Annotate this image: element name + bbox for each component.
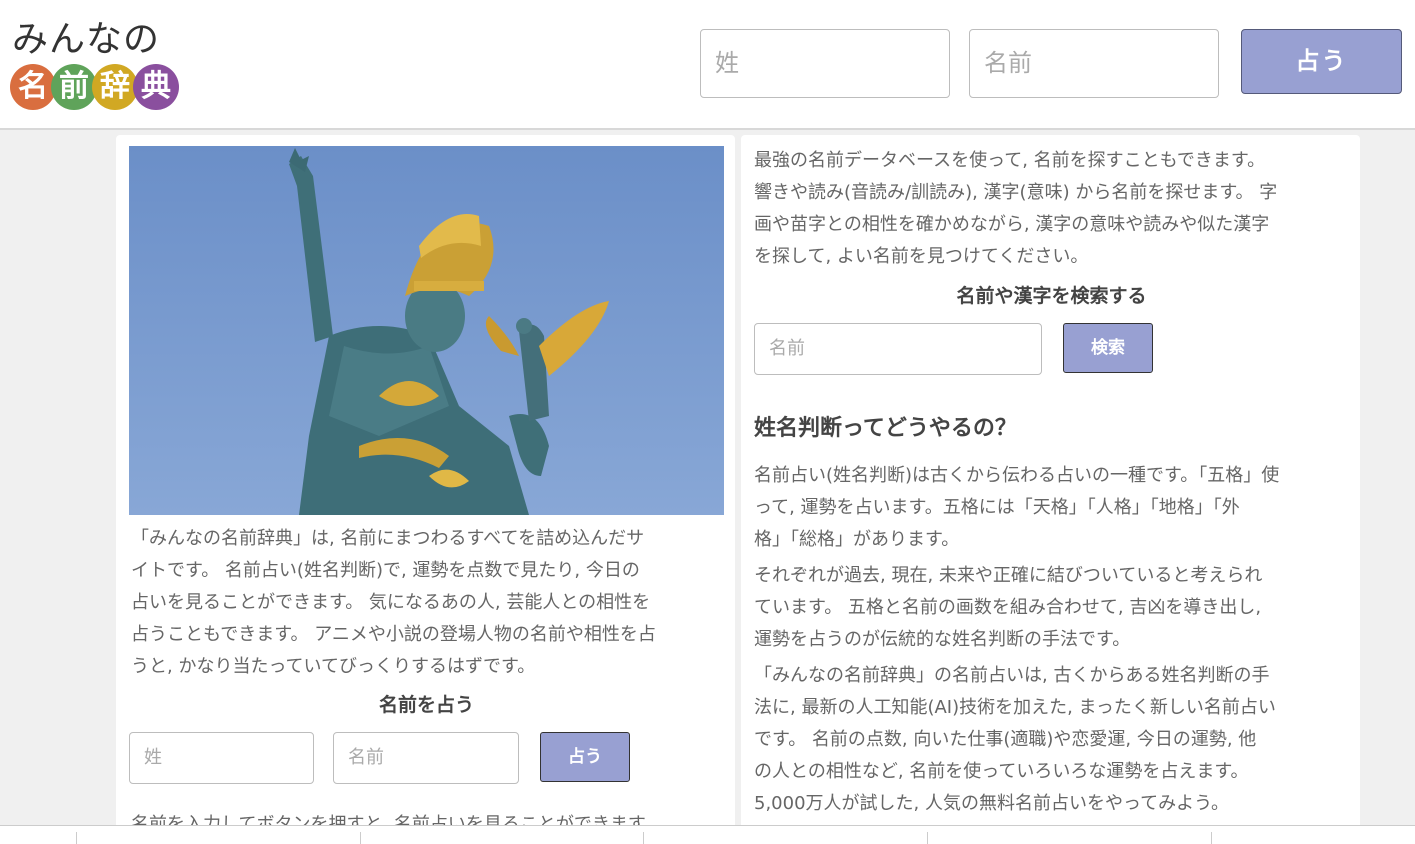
bottom-nav-bar xyxy=(0,825,1415,844)
logo-text-top: みんなの xyxy=(12,19,161,60)
search-input[interactable]: 名前 xyxy=(754,323,1042,375)
fortune-button[interactable]: 占う xyxy=(540,732,630,782)
explain-paragraph-1: 名前占い(姓名判断)は古くから伝わる占いの一種です。「五格」使 って, 運勢を占… xyxy=(754,460,1354,556)
search-heading: 名前や漢字を検索する xyxy=(956,285,1147,307)
bottom-nav-divider xyxy=(360,832,361,844)
explain-line: それぞれが過去, 現在, 未来や正確に結びついていると考えられ xyxy=(754,565,1263,586)
bottom-nav-divider xyxy=(76,832,77,844)
statue-illustration xyxy=(129,146,724,515)
explain-line: の人との相性など, 名前を使っていろいろな運勢を占えます。 xyxy=(754,761,1249,782)
intro-line: 占うこともできます。 アニメや小説の登場人物の名前や相性を占 xyxy=(131,624,656,645)
name-input[interactable]: 名前 xyxy=(333,732,519,784)
search-button[interactable]: 検索 xyxy=(1063,323,1153,373)
explain-line: です。 名前の点数, 向いた仕事(適職)や恋愛運, 今日の運勢, 他 xyxy=(754,729,1257,750)
logo-circles: 名 前 辞 典 xyxy=(10,64,180,110)
header-surname-input[interactable]: 姓 xyxy=(700,29,950,98)
intro-paragraph: 「みんなの名前辞典」は, 名前にまつわるすべてを詰め込んだサ イトです。 名前占… xyxy=(131,523,721,683)
fortune-heading: 名前を占う xyxy=(378,694,474,716)
db-line: を探して, よい名前を見つけてください。 xyxy=(754,246,1089,267)
explain-line: 運勢を占うのが伝統的な姓名判断の手法です。 xyxy=(754,629,1131,650)
explain-paragraph-3: 「みんなの名前辞典」の名前占いは, 古くからある姓名判断の手 法に, 最新の人工… xyxy=(754,660,1354,820)
explain-line: 格」「総格」があります。 xyxy=(754,529,960,550)
explain-line: 5,000万人が試した, 人気の無料名前占いをやってみよう。 xyxy=(754,793,1229,814)
logo-circle-1: 名 xyxy=(10,64,56,110)
database-paragraph: 最強の名前データベースを使って, 名前を探すこともできます。 響きや読み(音読み… xyxy=(754,145,1354,273)
db-line: 最強の名前データベースを使って, 名前を探すこともできます。 xyxy=(754,150,1266,171)
explain-line: 「みんなの名前辞典」の名前占いは, 古くからある姓名判断の手 xyxy=(754,665,1270,686)
db-line: 画や苗字との相性を確かめながら, 漢字の意味や読みや似た漢字 xyxy=(754,214,1270,235)
logo-circle-2: 前 xyxy=(51,64,97,110)
header-fortune-button[interactable]: 占う xyxy=(1241,29,1402,94)
surname-input[interactable]: 姓 xyxy=(129,732,314,784)
bottom-nav-divider xyxy=(927,832,928,844)
explain-line: って, 運勢を占います。五格には「天格」「人格」「地格」「外 xyxy=(754,497,1240,518)
logo-circle-3: 辞 xyxy=(92,64,138,110)
explain-paragraph-2: それぞれが過去, 現在, 未来や正確に結びついていると考えられ ています。 五格… xyxy=(754,560,1354,656)
db-line: 響きや読み(音読み/訓読み), 漢字(意味) から名前を探せます。 字 xyxy=(754,182,1278,203)
explain-line: 名前占い(姓名判断)は古くから伝わる占いの一種です。「五格」使 xyxy=(754,465,1280,486)
intro-line: 「みんなの名前辞典」は, 名前にまつわるすべてを詰め込んだサ xyxy=(131,528,645,549)
cutoff-line: 名前を入力してボタンを押すと, 名前占いを見ることができます xyxy=(131,814,646,825)
statue-image xyxy=(129,146,724,515)
intro-line: 占いを見ることができます。 気になるあの人, 芸能人との相性を xyxy=(131,592,651,613)
cutoff-paragraph: 名前を入力してボタンを押すと, 名前占いを見ることができます xyxy=(131,814,721,825)
site-header: みんなの 名 前 辞 典 姓 名前 占う xyxy=(0,0,1415,130)
bottom-nav-divider xyxy=(643,832,644,844)
explain-line: ています。 五格と名前の画数を組み合わせて, 吉凶を導き出し, xyxy=(754,597,1262,618)
section-title: 姓名判断ってどうやるの？ xyxy=(754,416,1017,441)
explain-line: 法に, 最新の人工知能(AI)技術を加えた, まったく新しい名前占い xyxy=(754,697,1276,718)
site-logo[interactable]: みんなの 名 前 辞 典 xyxy=(10,20,180,115)
bottom-nav-divider xyxy=(1211,832,1212,844)
logo-circle-4: 典 xyxy=(133,64,179,110)
intro-line: うと, かなり当たっていてびっくりするはずです。 xyxy=(131,656,536,677)
intro-line: イトです。 名前占い(姓名判断)で, 運勢を点数で見たり, 今日の xyxy=(131,560,640,581)
header-name-input[interactable]: 名前 xyxy=(969,29,1219,98)
